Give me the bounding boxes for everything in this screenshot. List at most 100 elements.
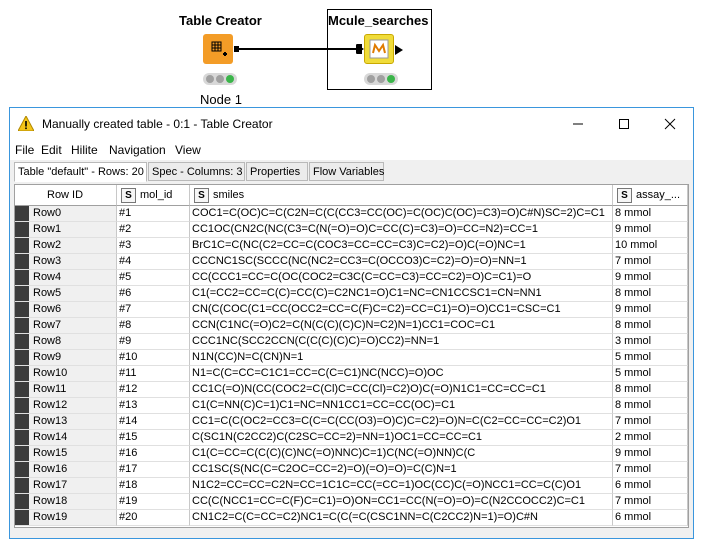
assay-cell[interactable]: 8 mmol — [613, 286, 688, 302]
row-id-cell[interactable]: Row14 — [15, 430, 117, 446]
smiles-cell[interactable]: CCCNC1SC(SCCC(NC(NC2=CC3=C(OCCO3)C=C2)=O… — [190, 254, 613, 270]
table-row[interactable]: Row3 #4 CCCNC1SC(SCCC(NC(NC2=CC3=C(OCCO3)C… — [15, 254, 688, 270]
table-row[interactable]: Row12 #13 C1(C=NN(C)C=1)C1=NC=NN1CC1=CC=CC… — [15, 398, 688, 414]
row-id-cell[interactable]: Row3 — [15, 254, 117, 270]
smiles-cell[interactable]: C1(C=CC=C(C(C)(C)NC(=O)NNC)C=1)C(NC(=O)N… — [190, 446, 613, 462]
mol-id-cell[interactable]: #11 — [117, 366, 190, 382]
row-id-cell[interactable]: Row2 — [15, 238, 117, 254]
assay-cell[interactable]: 9 mmol — [613, 446, 688, 462]
table-row[interactable]: Row16 #17 CC1SC(S(NC(C=C2OC=CC=2)=O)(=O)=O… — [15, 462, 688, 478]
table-row[interactable]: Row17 #18 N1C2=CC=CC=C2N=CC=1C1C=CC(=CC=1)… — [15, 478, 688, 494]
smiles-cell[interactable]: CC1SC(S(NC(C=C2OC=CC=2)=O)(=O)=O)=C(C)N=… — [190, 462, 613, 478]
smiles-cell[interactable]: C(SC1N(C2CC2)C(C2SC=CC=2)=NN=1)OC1=CC=CC… — [190, 430, 613, 446]
menu-navigation[interactable]: Navigation — [109, 143, 166, 157]
assay-cell[interactable]: 2 mmol — [613, 430, 688, 446]
smiles-cell[interactable]: CCC1NC(SCC2CCN(C(C(C)(C)C)=O)CC2)=NN=1 — [190, 334, 613, 350]
row-id-cell[interactable]: Row17 — [15, 478, 117, 494]
smiles-cell[interactable]: CCN(C1NC(=O)C2=C(N(C(C)(C)C)N=C2)N=1)CC1… — [190, 318, 613, 334]
row-id-cell[interactable]: Row0 — [15, 206, 117, 222]
mol-id-cell[interactable]: #5 — [117, 270, 190, 286]
table-row[interactable]: Row15 #16 C1(C=CC=C(C(C)(C)NC(=O)NNC)C=1)C… — [15, 446, 688, 462]
smiles-cell[interactable]: CC1=C(C(OC2=CC3=C(C=C(CC(O3)=O)C)C=C2)=O… — [190, 414, 613, 430]
table-row[interactable]: Row1 #2 CC1OC(CN2C(NC(C3=C(N(=O)=O)C=CC(C)… — [15, 222, 688, 238]
assay-cell[interactable]: 7 mmol — [613, 462, 688, 478]
smiles-cell[interactable]: C1(=CC2=CC=C(C)=CC(C)=C2NC1=O)C1=NC=CN1C… — [190, 286, 613, 302]
column-header-smiles[interactable]: S smiles — [190, 185, 613, 206]
table-row[interactable]: Row8 #9 CCC1NC(SCC2CCN(C(C(C)(C)C)=O)CC2)=… — [15, 334, 688, 350]
smiles-cell[interactable]: CC(C(NCC1=CC=C(F)C=C1)=O)ON=CC1=CC(N(=O)… — [190, 494, 613, 510]
assay-cell[interactable]: 6 mmol — [613, 510, 688, 526]
smiles-cell[interactable]: N1N(CC)N=C(CN)N=1 — [190, 350, 613, 366]
mol-id-cell[interactable]: #4 — [117, 254, 190, 270]
node-label[interactable]: Node 1 — [200, 92, 242, 107]
row-id-cell[interactable]: Row13 — [15, 414, 117, 430]
assay-cell[interactable]: 9 mmol — [613, 302, 688, 318]
mol-id-cell[interactable]: #16 — [117, 446, 190, 462]
smiles-cell[interactable]: CN(C(COC(C1=CC(OCC2=CC=C(F)C=C2)=CC=C1)=… — [190, 302, 613, 318]
table-creator-node-icon[interactable] — [203, 34, 233, 64]
mol-id-cell[interactable]: #19 — [117, 494, 190, 510]
table-row[interactable]: Row19 #20 CN1C2=C(C=CC=C2)NC1=C(C(=C(CSC1N… — [15, 510, 688, 526]
close-button[interactable] — [647, 108, 693, 140]
assay-cell[interactable]: 9 mmol — [613, 270, 688, 286]
table-row[interactable]: Row9 #10 N1N(CC)N=C(CN)N=1 5 mmol — [15, 350, 688, 366]
smiles-cell[interactable]: CC1C(=O)N(CC(COC2=C(Cl)C=CC(Cl)=C2)O)C(=… — [190, 382, 613, 398]
row-id-cell[interactable]: Row12 — [15, 398, 117, 414]
row-id-cell[interactable]: Row11 — [15, 382, 117, 398]
table-row[interactable]: Row7 #8 CCN(C1NC(=O)C2=C(N(C(C)(C)C)N=C2)N… — [15, 318, 688, 334]
row-id-cell[interactable]: Row8 — [15, 334, 117, 350]
smiles-cell[interactable]: COC1=C(OC)C=C(C2N=C(C(CC3=CC(OC)=C(OC)C(… — [190, 206, 613, 222]
table-row[interactable]: Row13 #14 CC1=C(C(OC2=CC3=C(C=C(CC(O3)=O)C… — [15, 414, 688, 430]
minimize-button[interactable] — [555, 108, 601, 140]
assay-cell[interactable]: 7 mmol — [613, 494, 688, 510]
assay-cell[interactable]: 10 mmol — [613, 238, 688, 254]
row-id-cell[interactable]: Row9 — [15, 350, 117, 366]
mol-id-cell[interactable]: #13 — [117, 398, 190, 414]
assay-cell[interactable]: 5 mmol — [613, 350, 688, 366]
mol-id-cell[interactable]: #3 — [117, 238, 190, 254]
mol-id-cell[interactable]: #7 — [117, 302, 190, 318]
row-id-cell[interactable]: Row18 — [15, 494, 117, 510]
assay-cell[interactable]: 9 mmol — [613, 222, 688, 238]
smiles-cell[interactable]: CC1OC(CN2C(NC(C3=C(N(=O)=O)C=CC(C)=C3)=O… — [190, 222, 613, 238]
mol-id-cell[interactable]: #8 — [117, 318, 190, 334]
column-header-rowid[interactable]: Row ID — [15, 185, 117, 206]
mol-id-cell[interactable]: #17 — [117, 462, 190, 478]
output-port-triangle[interactable] — [395, 44, 405, 56]
assay-cell[interactable]: 3 mmol — [613, 334, 688, 350]
mol-id-cell[interactable]: #10 — [117, 350, 190, 366]
tab-spec[interactable]: Spec - Columns: 3 — [148, 162, 245, 181]
mol-id-cell[interactable]: #20 — [117, 510, 190, 526]
smiles-cell[interactable]: CN1C2=C(C=CC=C2)NC1=C(C(=C(CSC1NN=C(C2CC… — [190, 510, 613, 526]
mol-id-cell[interactable]: #2 — [117, 222, 190, 238]
assay-cell[interactable]: 7 mmol — [613, 414, 688, 430]
column-header-assay[interactable]: S assay_... — [613, 185, 688, 206]
mol-id-cell[interactable]: #9 — [117, 334, 190, 350]
row-id-cell[interactable]: Row16 — [15, 462, 117, 478]
maximize-button[interactable] — [601, 108, 647, 140]
table-row[interactable]: Row0 #1 COC1=C(OC)C=C(C2N=C(C(CC3=CC(OC)=C… — [15, 206, 688, 222]
row-id-cell[interactable]: Row6 — [15, 302, 117, 318]
input-port[interactable] — [357, 44, 362, 54]
mol-id-cell[interactable]: #15 — [117, 430, 190, 446]
table-row[interactable]: Row6 #7 CN(C(COC(C1=CC(OCC2=CC=C(F)C=C2)=C… — [15, 302, 688, 318]
row-id-cell[interactable]: Row10 — [15, 366, 117, 382]
assay-cell[interactable]: 7 mmol — [613, 254, 688, 270]
assay-cell[interactable]: 6 mmol — [613, 478, 688, 494]
tab-table-default[interactable]: Table "default" - Rows: 20 — [14, 162, 147, 182]
column-header-mol-id[interactable]: S mol_id — [117, 185, 190, 206]
smiles-cell[interactable]: BrC1C=C(NC(C2=CC=C(COC3=CC=CC=C3)C=C2)=O… — [190, 238, 613, 254]
table-row[interactable]: Row2 #3 BrC1C=C(NC(C2=CC=C(COC3=CC=CC=C3)C… — [15, 238, 688, 254]
table-row[interactable]: Row5 #6 C1(=CC2=CC=C(C)=CC(C)=C2NC1=O)C1=N… — [15, 286, 688, 302]
window-titlebar[interactable]: Manually created table - 0:1 - Table Cre… — [10, 108, 693, 140]
assay-cell[interactable]: 8 mmol — [613, 206, 688, 222]
smiles-cell[interactable]: N1C2=CC=CC=C2N=CC=1C1C=CC(=CC=1)OC(CC)C(… — [190, 478, 613, 494]
assay-cell[interactable]: 8 mmol — [613, 398, 688, 414]
smiles-cell[interactable]: CC(CCC1=CC=C(OC(COC2=C3C(C=CC=C3)=CC=C2)… — [190, 270, 613, 286]
table-row[interactable]: Row4 #5 CC(CCC1=CC=C(OC(COC2=C3C(C=CC=C3)=… — [15, 270, 688, 286]
row-id-cell[interactable]: Row5 — [15, 286, 117, 302]
assay-cell[interactable]: 8 mmol — [613, 318, 688, 334]
tab-flow-variables[interactable]: Flow Variables — [309, 162, 384, 181]
smiles-cell[interactable]: N1=C(C=CC=C1C1=CC=C(C=C1)NC(NCC)=O)OC — [190, 366, 613, 382]
row-id-cell[interactable]: Row19 — [15, 510, 117, 526]
